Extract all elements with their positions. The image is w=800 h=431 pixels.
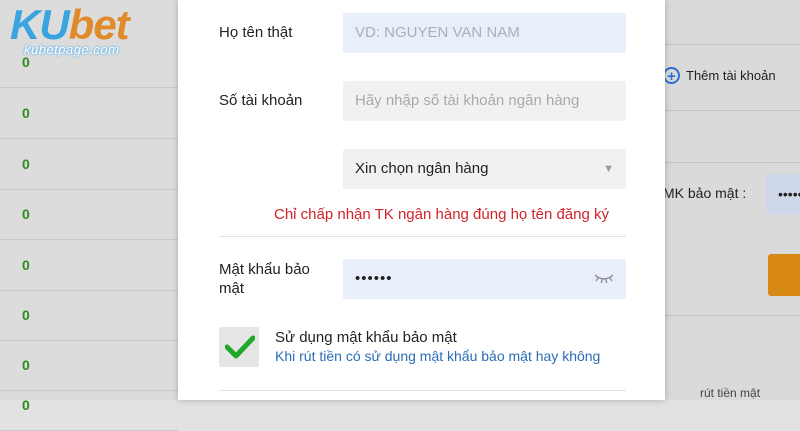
security-password-label: Mật khẩu bảo mật	[219, 261, 310, 297]
eye-closed-icon[interactable]	[594, 271, 614, 285]
account-number-input[interactable]	[343, 81, 626, 121]
list-item: 0	[0, 290, 178, 341]
divider	[665, 44, 800, 45]
security-password-label: MK bảo mật :	[663, 185, 747, 201]
security-password-field[interactable]: •••••	[766, 174, 800, 214]
security-password-input[interactable]: ••••••	[343, 259, 626, 299]
divider	[219, 390, 626, 391]
account-number-label: Số tài khoản	[219, 92, 303, 109]
real-name-input[interactable]	[343, 13, 626, 53]
list-item: 0	[0, 189, 178, 240]
caret-down-icon: ▼	[603, 163, 614, 175]
bank-account-modal: Họ tên thật Số tài khoản Xin chọn ngân h…	[178, 0, 665, 400]
row-value: 0	[22, 105, 30, 121]
plus-circle-icon: +	[663, 66, 680, 84]
divider	[665, 315, 800, 316]
add-account-button[interactable]: + Thêm tài khoản	[663, 62, 776, 88]
logo-site-url: kubetpage.com	[24, 42, 120, 57]
row-value: 0	[22, 257, 30, 273]
list-item: 0	[0, 139, 178, 190]
real-name-label: Họ tên thật	[219, 24, 293, 41]
check-icon	[225, 335, 255, 359]
use-security-password-checkbox[interactable]	[219, 327, 259, 367]
divider	[665, 162, 800, 163]
add-account-label: Thêm tài khoản	[686, 67, 776, 83]
row-value: 0	[22, 397, 30, 413]
list-item: 0	[0, 240, 178, 291]
use-security-password-title: Sử dụng mật khẩu bảo mật	[275, 329, 457, 346]
use-security-password-desc: Khi rút tiền có sử dụng mật khẩu bảo mật…	[275, 348, 601, 364]
background-note: rút tiền mật	[700, 386, 761, 400]
divider	[219, 236, 626, 237]
bank-name-warning: Chỉ chấp nhận TK ngân hàng đúng họ tên đ…	[274, 206, 609, 223]
bank-select-value: Xin chọn ngân hàng	[355, 160, 489, 177]
list-item: 0	[0, 88, 178, 139]
row-value: 0	[22, 156, 30, 172]
row-value: 0	[22, 206, 30, 222]
submit-button[interactable]	[768, 254, 800, 296]
kubet-logo: KUbet kubetpage.com	[8, 2, 176, 62]
list-item: 0	[0, 380, 178, 431]
bank-select[interactable]: Xin chọn ngân hàng ▼	[343, 149, 626, 189]
divider	[665, 110, 800, 111]
row-value: 0	[22, 307, 30, 323]
